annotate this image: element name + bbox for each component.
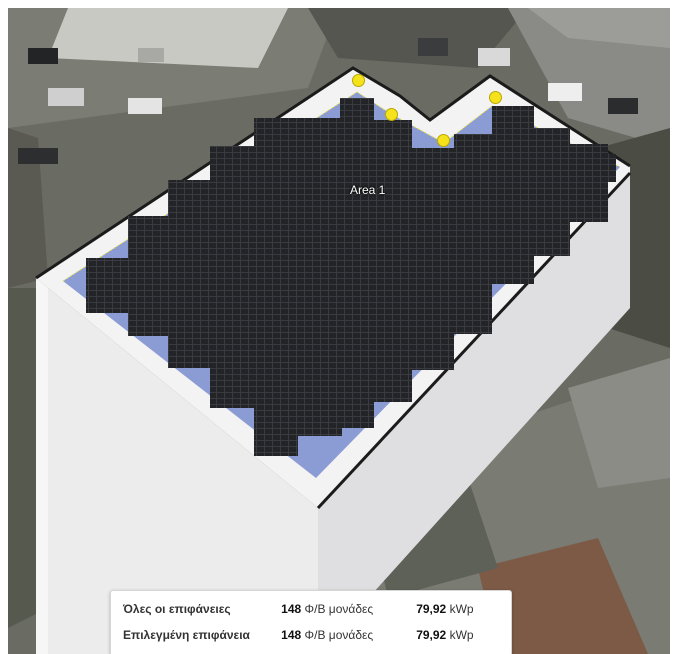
roof-vertex-handle[interactable] xyxy=(438,135,449,146)
summary-row-all-surfaces: Όλες οι επιφάνειες 148 Φ/Β μονάδες 79,92… xyxy=(123,599,503,619)
summary-label: Επιλεγμένη επιφάνεια xyxy=(123,628,250,642)
map-viewport[interactable]: Area 1 Όλες οι επιφάνειες 148 Φ/Β μονάδε… xyxy=(8,8,670,654)
panel-column xyxy=(454,134,492,334)
panel-column xyxy=(374,120,412,402)
power-total: 79,92 kWp xyxy=(416,628,474,642)
roof-vertex-handle[interactable] xyxy=(386,109,397,120)
summary-label: Όλες οι επιφάνειες xyxy=(123,602,231,616)
roof-area-label: Area 1 xyxy=(350,183,386,197)
panel-column xyxy=(86,258,130,313)
panel-column xyxy=(570,144,608,222)
panel-column xyxy=(298,118,342,436)
panel-column xyxy=(340,98,374,428)
summary-panel: Όλες οι επιφάνειες 148 Φ/Β μονάδες 79,92… xyxy=(110,590,512,654)
panel-column xyxy=(128,216,172,336)
panel-count: 148 Φ/Β μονάδες xyxy=(281,602,374,616)
panel-column xyxy=(210,146,254,408)
panel-column xyxy=(534,128,570,256)
roof-vertex-handle[interactable] xyxy=(353,75,364,86)
panel-column xyxy=(412,148,454,370)
roof-vertex-handle[interactable] xyxy=(490,92,501,103)
panel-count: 148 Φ/Β μονάδες xyxy=(281,628,374,642)
satellite-scene xyxy=(8,8,670,654)
summary-row-selected-surface: Επιλεγμένη επιφάνεια 148 Φ/Β μονάδες 79,… xyxy=(123,625,503,645)
panel-column xyxy=(608,154,616,182)
panel-column xyxy=(492,106,534,284)
panel-column xyxy=(254,118,298,456)
panel-column xyxy=(168,180,212,368)
power-total: 79,92 kWp xyxy=(416,602,474,616)
